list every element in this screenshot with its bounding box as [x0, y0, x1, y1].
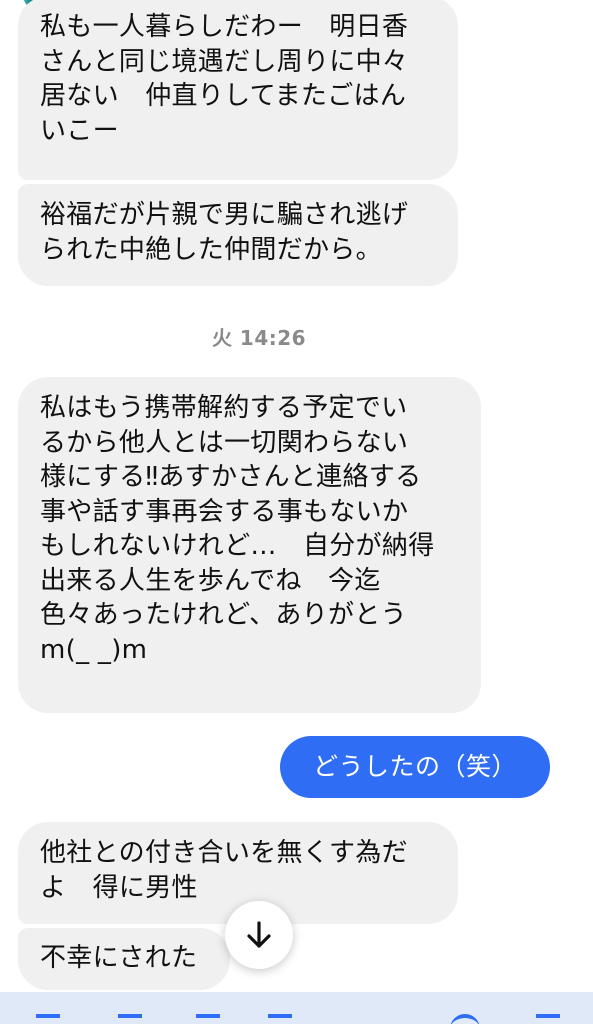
message-line: 事や話す事再会する事もないか — [40, 496, 409, 527]
message-line: 出来る人生を歩んでね 今迄 — [40, 565, 381, 596]
message-line: 私はもう携帯解約する予定でい — [40, 393, 408, 423]
message-line: 様にする‼あすかさんと連絡する — [40, 462, 422, 492]
composer-toolbar — [0, 992, 593, 1024]
message-line: るから他人とは一切関わらない — [40, 427, 409, 458]
incoming-message[interactable]: 私も一人暮らしだわー 明日香 さんと同じ境遇だし周りに中々 居ない 仲直りしてま… — [18, 0, 458, 180]
microphone-icon[interactable] — [268, 1014, 292, 1024]
image-icon[interactable] — [196, 1014, 220, 1024]
message-line: 私も一人暮らしだわー 明日香 — [40, 12, 409, 42]
message-line: 居ない 仲直りしてまたごはん — [40, 81, 407, 111]
camera-icon[interactable] — [118, 1014, 142, 1024]
incoming-message[interactable]: 私はもう携帯解約する予定でい るから他人とは一切関わらない 様にする‼あすかさん… — [18, 377, 481, 713]
message-line: よ 得に男性 — [40, 872, 198, 903]
message-line: られた中絶した仲間だから。 — [40, 234, 382, 265]
arrow-down-icon — [247, 921, 271, 948]
timestamp: 火 14:26 — [211, 326, 307, 350]
like-icon[interactable] — [536, 1014, 560, 1024]
message-line: もしれないけれど… 自分が納得 — [40, 531, 435, 561]
message-line: さんと同じ境遇だし周りに中々 — [40, 46, 409, 77]
message-line: いこー — [40, 115, 119, 146]
scroll-to-bottom-button[interactable] — [225, 901, 293, 969]
message-line: 裕福だが片親で男に騙され逃げ — [40, 200, 409, 230]
emoji-icon[interactable] — [450, 1014, 480, 1024]
message-line: m(_ _)m — [40, 634, 148, 665]
plus-icon[interactable] — [36, 1014, 60, 1024]
incoming-message[interactable]: 不幸にされた — [18, 928, 230, 990]
outgoing-message[interactable]: どうしたの（笑） — [280, 736, 550, 798]
incoming-message[interactable]: 裕福だが片親で男に騙され逃げ られた中絶した仲間だから。 — [18, 184, 458, 286]
message-line: 他社との付き合いを無くす為だ — [40, 838, 408, 868]
message-line: 不幸にされた — [40, 943, 198, 973]
message-line: 色々あったけれど、ありがとう — [40, 600, 407, 630]
